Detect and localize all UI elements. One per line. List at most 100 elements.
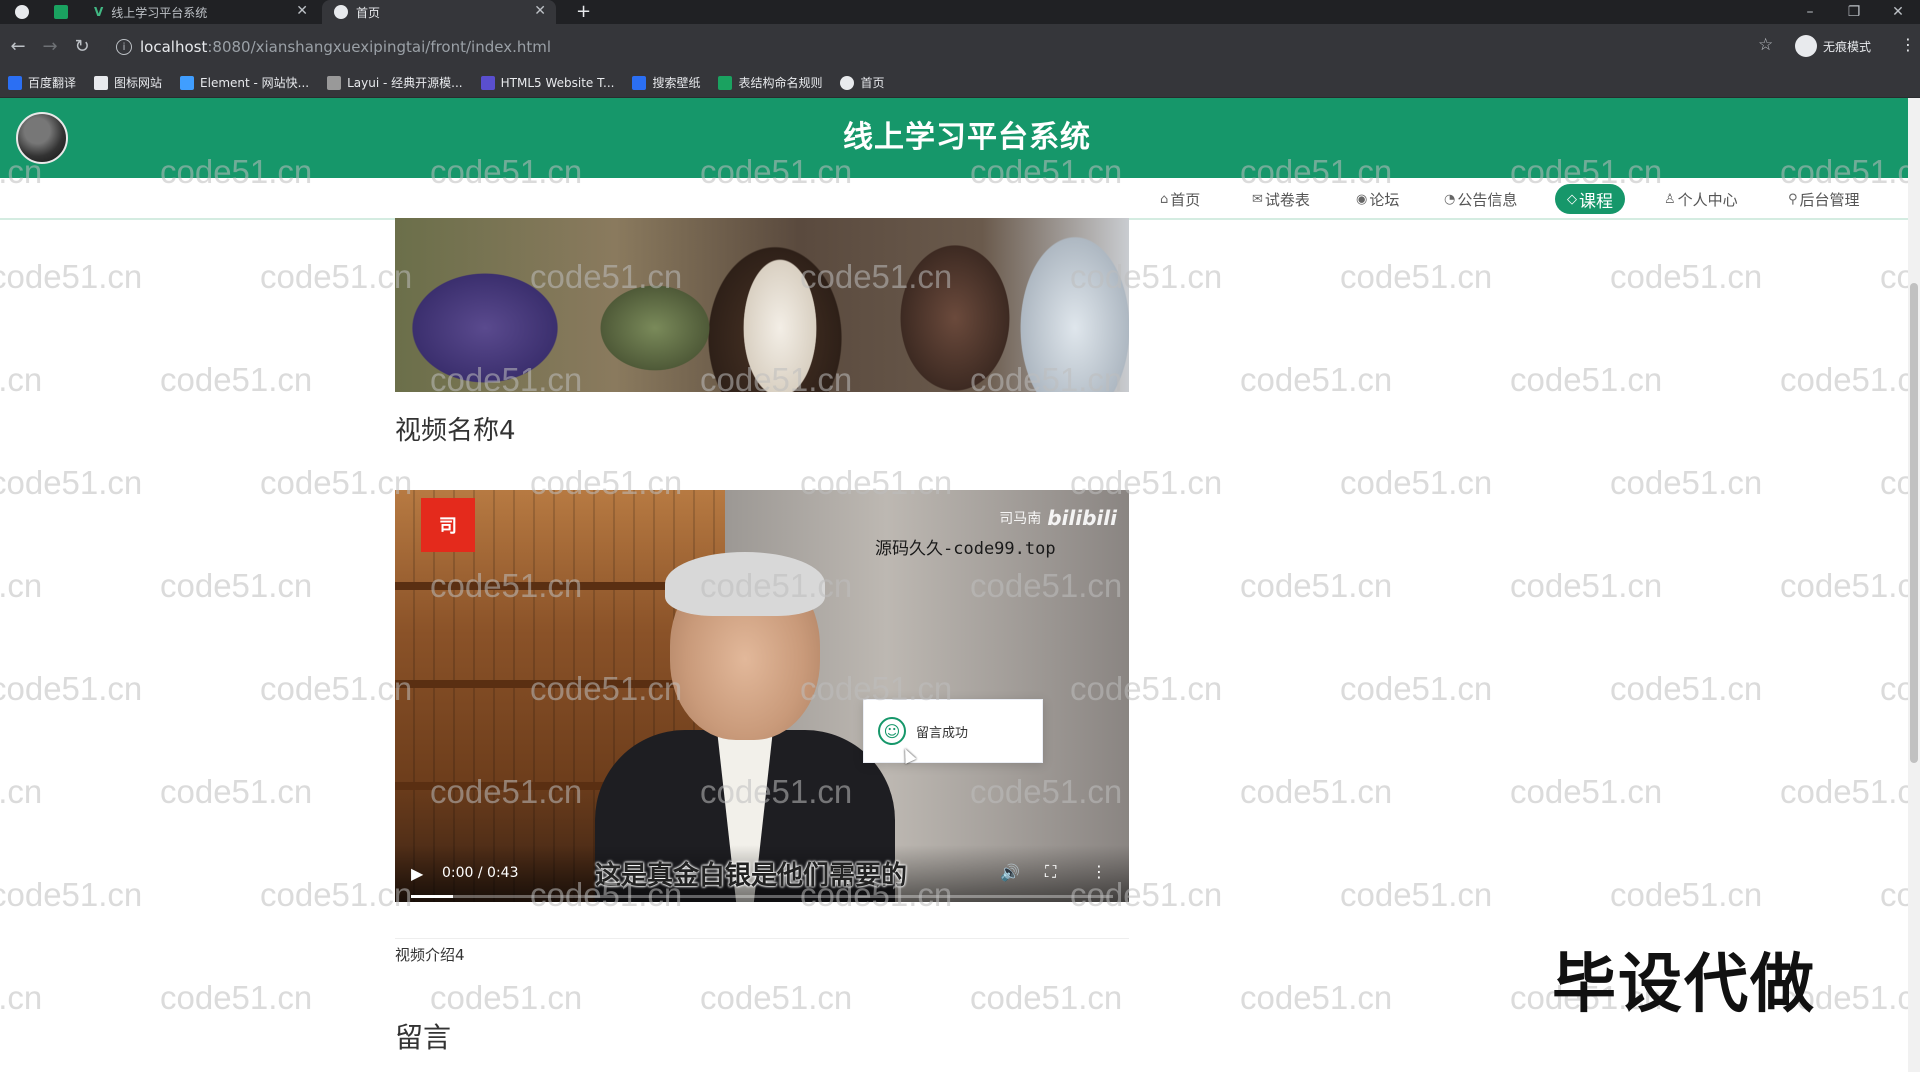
more-options-icon[interactable]: ⋮ xyxy=(1091,862,1107,881)
restore-icon[interactable]: ❐ xyxy=(1832,0,1876,24)
incognito-indicator[interactable]: 无痕模式 xyxy=(1795,35,1871,57)
page-scrollbar[interactable] xyxy=(1908,98,1920,1072)
video-progress-bar[interactable] xyxy=(411,895,1113,898)
nav-label: 论坛 xyxy=(1369,190,1400,209)
address-bar[interactable]: i localhost :8080/xianshangxuexipingtai/… xyxy=(108,32,1773,62)
forum-icon: ◉ xyxy=(1356,191,1368,207)
link-icon: ⚲ xyxy=(1788,191,1798,207)
channel-name: 司马南 xyxy=(999,511,1042,527)
new-tab-button[interactable]: + xyxy=(576,1,591,22)
comments-heading: 留言 xyxy=(395,1021,452,1054)
nav-item-notices[interactable]: ◔ 公告信息 xyxy=(1444,184,1517,214)
url-host: localhost xyxy=(140,38,208,56)
tab-close-icon[interactable]: ✕ xyxy=(534,3,546,19)
watermark-text: code51.cn xyxy=(1510,773,1663,810)
browser-menu-icon[interactable]: ⋮ xyxy=(1900,35,1916,54)
watermark-text: code51.cn xyxy=(260,258,413,295)
watermark-text: code51.cn xyxy=(1610,464,1763,501)
globe-icon xyxy=(334,5,348,19)
play-icon[interactable]: ▶ xyxy=(411,864,423,883)
scrollbar-thumb[interactable] xyxy=(1910,283,1918,763)
watermark-text: code51.cn xyxy=(0,979,43,1016)
bookmark-favicon-icon xyxy=(480,75,495,90)
channel-brand: 司马南 bilibili xyxy=(999,506,1117,530)
minimize-icon[interactable]: – xyxy=(1788,0,1832,24)
bookmark-item[interactable]: Element - 网站快... xyxy=(180,74,309,91)
watermark-text: code51.cn xyxy=(1340,258,1493,295)
bookmark-item[interactable]: 百度翻译 xyxy=(8,74,76,91)
watermark-text: code51.cn xyxy=(1510,361,1663,398)
forward-arrow-icon[interactable]: → xyxy=(38,34,62,58)
mail-icon: ✉ xyxy=(1252,191,1263,207)
watermark-text: code51.cn xyxy=(1780,361,1908,398)
watermark-text: code51.cn xyxy=(0,361,43,398)
incognito-icon xyxy=(1795,35,1817,57)
watermark-text: code51.cn xyxy=(1880,670,1908,707)
incognito-label: 无痕模式 xyxy=(1823,39,1872,54)
tab-title: 首页 xyxy=(356,5,381,20)
watermark-text: code51.cn xyxy=(1610,670,1763,707)
watermark-text: code51.cn xyxy=(1340,670,1493,707)
nav-label: 个人中心 xyxy=(1677,190,1738,209)
site-info-icon[interactable]: i xyxy=(116,39,132,55)
bookmark-item[interactable]: Layui - 经典开源模... xyxy=(327,74,463,91)
bookmark-item[interactable]: 搜索壁纸 xyxy=(632,74,700,91)
vue-icon: V xyxy=(94,5,104,19)
nav-label: 试卷表 xyxy=(1264,190,1310,209)
tab-home[interactable]: 首页 ✕ xyxy=(322,0,556,24)
fullscreen-icon[interactable]: ⛶ xyxy=(1045,862,1056,882)
watermark-text: code51.cn xyxy=(1780,567,1908,604)
toast-message: 留言成功 xyxy=(916,725,969,741)
watermark-text: code51.cn xyxy=(1240,979,1393,1016)
bookmark-favicon-icon xyxy=(327,75,342,90)
back-arrow-icon[interactable]: ← xyxy=(6,34,30,58)
nav-item-profile[interactable]: ♙ 个人中心 xyxy=(1664,184,1738,214)
video-player[interactable]: 司 司马南 bilibili 源码久久-code99.top ▶ 0:00 / … xyxy=(395,490,1129,902)
promo-text: 毕设代做 xyxy=(1552,948,1816,1022)
pinned-tab-icon[interactable] xyxy=(54,5,68,19)
video-progress-fill xyxy=(411,895,454,898)
watermark-text: code51.cn xyxy=(0,464,143,501)
site-header: 线上学习平台系统 xyxy=(0,98,1908,178)
url-path: :8080/xianshangxuexipingtai/front/index.… xyxy=(207,38,552,56)
bookmark-item[interactable]: 图标网站 xyxy=(94,74,162,91)
watermark-text: code51.cn xyxy=(970,979,1123,1016)
nav-item-exams[interactable]: ✉ 试卷表 xyxy=(1252,184,1310,214)
tab-platform[interactable]: V 线上学习平台系统 ✕ xyxy=(84,0,318,24)
nav-item-home[interactable]: ⌂ 首页 xyxy=(1160,184,1200,214)
nav-item-admin[interactable]: ⚲ 后台管理 xyxy=(1788,184,1860,214)
video-time: 0:00 / 0:43 xyxy=(442,865,519,881)
watermark-text: code51.cn xyxy=(0,876,143,913)
bookmark-item[interactable]: 首页 xyxy=(840,74,885,91)
web-page: 线上学习平台系统 ⌂ 首页 ✉ 试卷表 ◉ 论坛 ◔ 公告信息 ◇ 课程 ♙ 个人中心 ⚲ 后… xyxy=(0,98,1908,1072)
nav-item-forum[interactable]: ◉ 论坛 xyxy=(1356,184,1399,214)
video-title: 视频名称4 xyxy=(395,416,516,446)
bookmark-item[interactable]: HTML5 Website T... xyxy=(480,75,614,90)
bookmark-label: 表结构命名规则 xyxy=(738,76,823,90)
watermark-text: code51.cn xyxy=(700,979,853,1016)
bookmark-item[interactable]: 表结构命名规则 xyxy=(718,74,822,91)
nav-item-courses[interactable]: ◇ 课程 xyxy=(1555,184,1625,214)
watermark-text: code51.cn xyxy=(260,876,413,913)
watermark-text: code51.cn xyxy=(1880,258,1908,295)
video-subtitle: 这是真金白银是他们需要的 xyxy=(595,861,908,891)
course-cover-image xyxy=(395,218,1129,392)
watermark-text: code51.cn xyxy=(1240,361,1393,398)
nav-label: 公告信息 xyxy=(1457,190,1518,209)
bilibili-logo: bilibili xyxy=(1047,506,1117,530)
watermark-text: code51.cn xyxy=(160,567,313,604)
user-icon: ♙ xyxy=(1664,191,1676,207)
volume-icon[interactable]: 🔊 xyxy=(1000,863,1020,882)
smile-icon: ☺ xyxy=(878,717,906,745)
chrome-menu-icon[interactable] xyxy=(15,5,29,19)
home-icon: ⌂ xyxy=(1160,191,1169,207)
reload-icon[interactable]: ↻ xyxy=(70,34,94,58)
bookmark-favicon-icon xyxy=(8,75,22,90)
watermark-text: code51.cn xyxy=(0,258,143,295)
tab-close-icon[interactable]: ✕ xyxy=(296,3,308,19)
watermark-text: code51.cn xyxy=(1780,773,1908,810)
bookmark-favicon-icon xyxy=(632,75,647,90)
bookmark-label: 首页 xyxy=(860,76,885,90)
window-close-icon[interactable]: ✕ xyxy=(1876,0,1920,24)
bookmark-star-icon[interactable]: ☆ xyxy=(1758,35,1773,55)
